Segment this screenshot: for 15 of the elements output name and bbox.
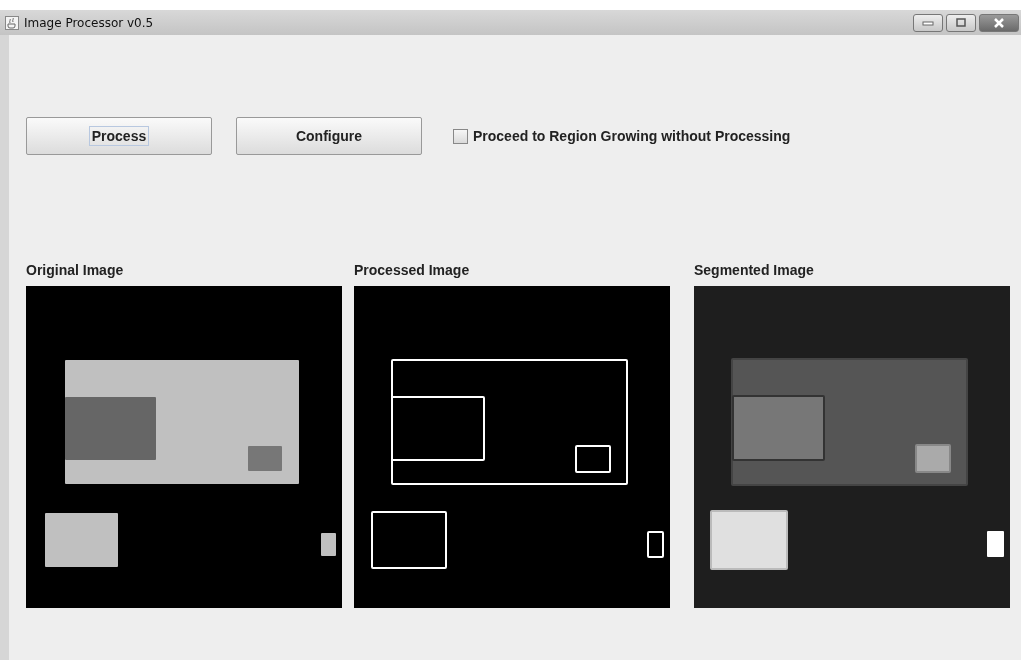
close-button[interactable] (979, 13, 1019, 32)
action-button[interactable]: Configure (236, 117, 422, 155)
window-title: Image Processor v0.5 (24, 15, 154, 30)
close-icon (993, 17, 1005, 28)
action-button[interactable]: Process (26, 117, 212, 155)
maximize-button[interactable] (946, 13, 976, 32)
checkbox[interactable] (453, 128, 468, 144)
coffee-cup-icon (5, 15, 19, 30)
minimize-button[interactable] (913, 13, 943, 32)
checkbox-label: Proceed to Region Growing without Processing (473, 128, 791, 144)
minimize-icon (922, 19, 934, 26)
panel-title: Segmented Image (694, 262, 815, 280)
maximize-icon (956, 18, 966, 27)
panel-title: Original Image (26, 262, 125, 280)
panel-title: Processed Image (354, 262, 471, 280)
